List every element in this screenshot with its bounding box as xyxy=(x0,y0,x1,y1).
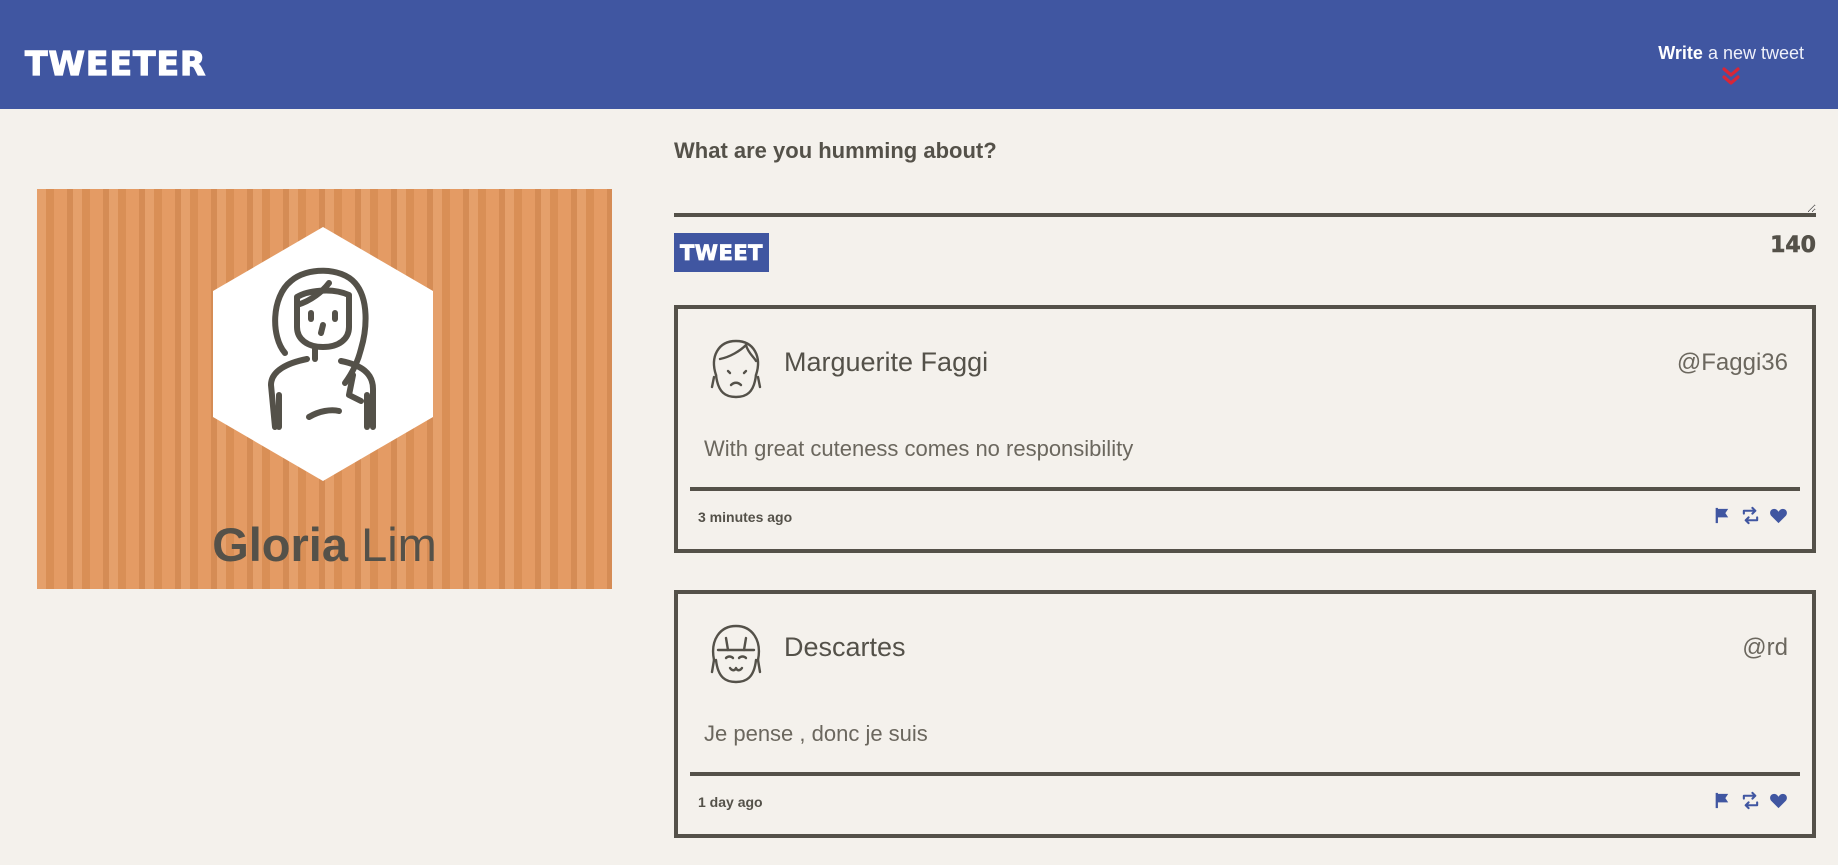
compose-heading: What are you humming about? xyxy=(674,138,997,163)
tweet-timestamp: 1 day ago xyxy=(698,794,763,810)
top-nav: TWEETER Write a new tweet xyxy=(0,0,1838,109)
tweet-divider xyxy=(690,772,1800,776)
tweet-submit-button[interactable]: TWEET xyxy=(674,233,769,272)
tweet-content: Je pense , donc je suis xyxy=(704,721,928,746)
heart-icon[interactable] xyxy=(1769,506,1788,525)
heart-icon[interactable] xyxy=(1769,791,1788,810)
flag-icon[interactable] xyxy=(1713,506,1732,525)
tweet-divider xyxy=(690,487,1800,491)
profile-last-name: Lim xyxy=(348,518,437,571)
profile-card: Gloria Lim xyxy=(37,189,612,589)
tweet-author-handle: @Faggi36 xyxy=(1676,349,1788,376)
frowning-girl-avatar-icon xyxy=(710,339,762,399)
new-tweet-label: a new tweet xyxy=(1702,43,1804,63)
tweet-content: With great cuteness comes no responsibil… xyxy=(704,436,1134,461)
brand-logo[interactable]: TWEETER xyxy=(24,43,206,83)
write-label: Write xyxy=(1658,43,1703,63)
retweet-icon[interactable] xyxy=(1741,506,1760,525)
woman-avatar-icon xyxy=(213,227,433,481)
write-new-tweet-toggle[interactable]: Write a new tweet xyxy=(1658,43,1804,88)
profile-name: Gloria Lim xyxy=(37,517,612,572)
tweet-card: Marguerite Faggi @Faggi36 With great cut… xyxy=(674,305,1816,553)
double-chevron-down-icon[interactable] xyxy=(1720,66,1742,88)
tweet-author-name: Marguerite Faggi xyxy=(784,347,989,377)
flag-icon[interactable] xyxy=(1713,791,1732,810)
profile-first-name: Gloria xyxy=(212,518,349,571)
tweet-actions xyxy=(1713,506,1788,526)
tweet-author-name: Descartes xyxy=(784,632,906,662)
tweet-text-input[interactable] xyxy=(674,165,1816,217)
tweet-timestamp: 3 minutes ago xyxy=(698,509,793,525)
tweet-actions xyxy=(1713,791,1788,811)
character-counter: 140 xyxy=(1770,233,1817,259)
smiling-girl-avatar-icon xyxy=(710,624,762,684)
tweet-card: Descartes @rd Je pense , donc je suis 1 … xyxy=(674,590,1816,838)
retweet-icon[interactable] xyxy=(1741,791,1760,810)
tweet-author-handle: @rd xyxy=(1742,634,1788,661)
